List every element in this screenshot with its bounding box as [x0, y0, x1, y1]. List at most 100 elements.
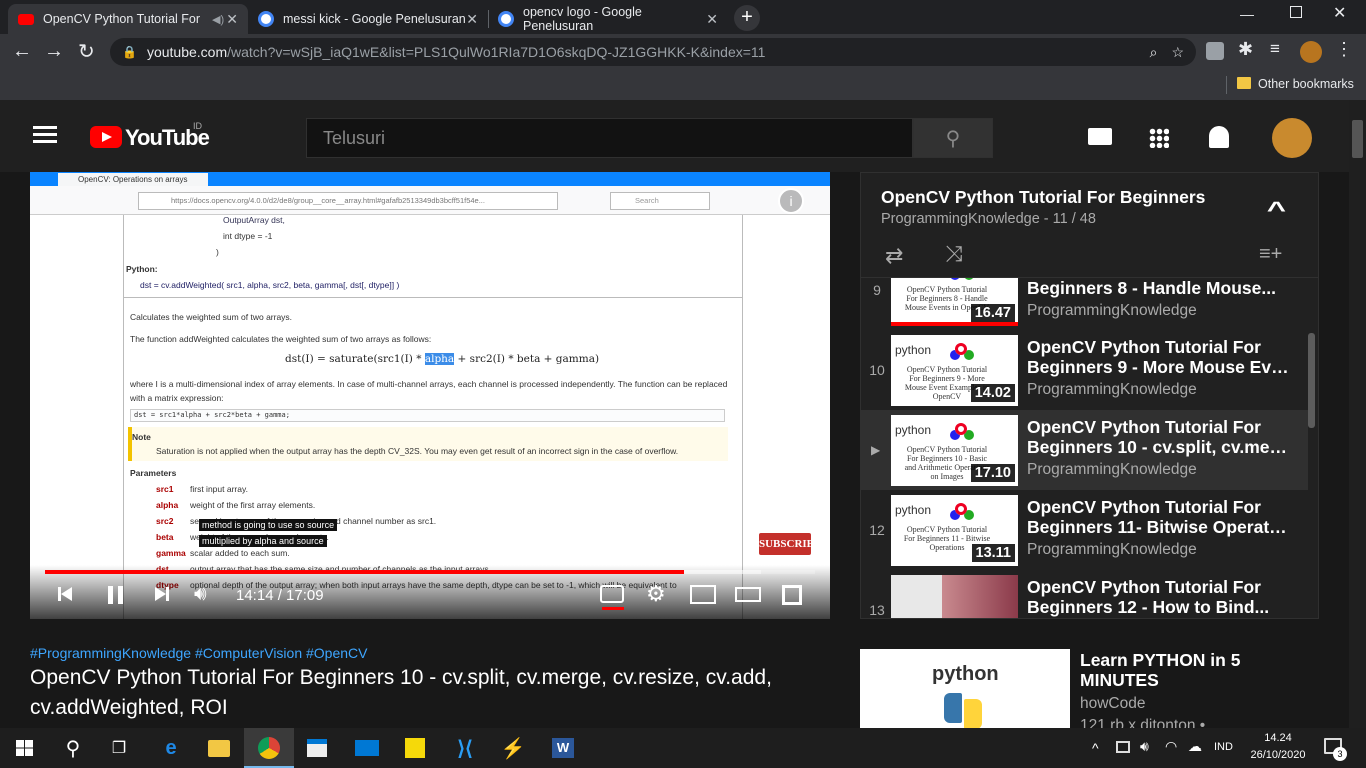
playlist-item-title[interactable]: OpenCV Python Tutorial For — [1027, 577, 1289, 597]
playlist-item-title[interactable]: Beginners 11- Bitwise Operatio... — [1027, 517, 1289, 537]
media-control-icon[interactable]: ≡ — [1270, 39, 1280, 59]
extensions-puzzle-icon[interactable]: ✱ — [1238, 39, 1253, 60]
new-tab-button[interactable]: + — [734, 5, 760, 31]
other-bookmarks-link[interactable]: Other bookmarks — [1258, 77, 1354, 91]
volume-tray-icon[interactable]: 🔊︎ — [1140, 738, 1149, 755]
wifi-icon[interactable]: ◠ — [1165, 738, 1177, 755]
subtitles-icon[interactable] — [600, 585, 624, 603]
miniplayer-icon[interactable] — [690, 585, 716, 604]
close-tab-icon[interactable]: ✕ — [706, 11, 718, 28]
edge-icon[interactable]: e — [156, 734, 186, 762]
zoom-icon[interactable]: ⌕ — [1150, 44, 1158, 61]
close-window-button[interactable]: ✕ — [1333, 3, 1346, 23]
close-tab-icon[interactable]: ✕ — [466, 11, 478, 28]
playlist-item[interactable]: 13 OpenCV Python Tutorial For Beginners 12… — [861, 570, 1308, 618]
playlist-item-thumbnail[interactable]: pythonOpenCV Python Tutorial For Beginne… — [891, 415, 1018, 486]
tray-app-icon[interactable] — [1116, 741, 1130, 753]
loop-icon[interactable]: ⇄ — [885, 243, 903, 269]
windows-start-icon[interactable] — [16, 740, 33, 756]
playlist-item[interactable]: 10 python OpenCV Python Tutorial For Begin… — [861, 330, 1308, 410]
search-button[interactable]: ⚲ — [913, 118, 993, 158]
address-bar[interactable]: 🔒 youtube.com /watch?v=wSjB_iaQ1wE&list=… — [110, 38, 1196, 66]
fullscreen-icon[interactable] — [782, 585, 802, 605]
region-code: ID — [193, 121, 202, 131]
tray-chevron-icon[interactable]: ^ — [1092, 740, 1099, 756]
playlist-item-title[interactable]: OpenCV Python Tutorial For — [1027, 497, 1289, 517]
search-icon[interactable]: ⚲ — [58, 734, 88, 762]
sticky-notes-icon[interactable] — [400, 734, 430, 762]
search-input[interactable]: Telusuri — [306, 118, 913, 158]
apps-grid-icon[interactable] — [1149, 128, 1169, 148]
chrome-menu-icon[interactable]: ⋮ — [1335, 39, 1353, 60]
playlist-item-channel: ProgrammingKnowledge — [1027, 381, 1197, 398]
notifications-bell-icon[interactable] — [1209, 126, 1229, 148]
playlist-item-title[interactable]: Beginners 12 - How to Bind... — [1027, 597, 1289, 617]
maximize-button[interactable] — [1290, 6, 1302, 18]
vscode-icon[interactable]: ⟩⟨ — [450, 734, 480, 762]
network-icon[interactable]: ☁ — [1188, 738, 1202, 755]
playlist-item[interactable]: 12 python OpenCV Python Tutorial For Begin… — [861, 490, 1308, 570]
clock-date[interactable]: 26/10/2020 — [1242, 749, 1314, 761]
video-player[interactable]: OpenCV: Operations on arrays https://doc… — [30, 172, 830, 619]
back-arrow-icon[interactable]: ← — [12, 40, 32, 63]
playlist-items: 9pythonOpenCV Python Tutorial For Beginn… — [861, 278, 1308, 618]
save-playlist-icon[interactable]: ≡+ — [1259, 243, 1282, 266]
forward-arrow-icon[interactable]: → — [44, 40, 64, 63]
store-icon[interactable] — [302, 734, 332, 762]
next-icon[interactable] — [154, 585, 172, 603]
shuffle-icon[interactable]: ⤨ — [945, 241, 963, 267]
youtube-logo-icon[interactable] — [90, 126, 122, 148]
file-explorer-icon[interactable] — [204, 734, 234, 762]
previous-icon[interactable] — [58, 585, 76, 603]
playlist-item[interactable]: 9 pythonOpenCV Python Tutorial For Beginn… — [861, 278, 1308, 330]
browser-tab[interactable]: opencv logo - Google Penelusuran ✕ — [488, 4, 728, 34]
browser-tab[interactable]: messi kick - Google Penelusuran ✕ — [248, 4, 488, 34]
mail-icon[interactable] — [352, 734, 382, 762]
frame-param-name: src1 — [156, 484, 174, 494]
task-view-icon[interactable]: ❐ — [104, 734, 134, 762]
volume-icon[interactable]: 🔊︎ — [194, 583, 207, 606]
playlist-item-title[interactable]: OpenCV Python Tutorial For — [1027, 337, 1289, 357]
info-icon[interactable]: i — [778, 188, 804, 214]
playlist-item-title[interactable]: Beginners 10 - cv.split, cv.merg... — [1027, 437, 1289, 457]
pause-icon[interactable] — [106, 585, 126, 605]
mute-tab-icon[interactable]: ◀) — [212, 13, 224, 26]
minimize-button[interactable]: — — [1240, 6, 1254, 22]
subscribe-watermark[interactable]: SUBSCRIBE — [757, 531, 821, 557]
playlist-item-title[interactable]: Beginners 8 - Handle Mouse... — [1027, 278, 1289, 298]
profile-avatar-icon[interactable] — [1300, 41, 1322, 63]
playlist-item-thumbnail[interactable] — [891, 575, 1018, 618]
collapse-chevron-icon[interactable]: ^ — [1267, 197, 1286, 223]
suggested-thumbnail[interactable]: python — [860, 649, 1070, 728]
reload-icon[interactable]: ↻ — [78, 39, 95, 64]
playlist-title[interactable]: OpenCV Python Tutorial For Beginners — [881, 187, 1205, 208]
theater-mode-icon[interactable] — [735, 587, 761, 602]
bookmark-star-icon[interactable]: ☆ — [1171, 44, 1184, 61]
create-video-icon[interactable] — [1088, 128, 1112, 145]
clock-time[interactable]: 14.24 — [1250, 732, 1306, 744]
settings-gear-icon[interactable]: ⚙ — [646, 581, 666, 607]
playlist-item-title[interactable]: OpenCV Python Tutorial For — [1027, 417, 1289, 437]
account-avatar[interactable] — [1272, 118, 1312, 158]
playlist-scrollbar[interactable] — [1308, 333, 1315, 428]
extension-icon[interactable] — [1206, 42, 1224, 60]
close-tab-icon[interactable]: ✕ — [226, 11, 238, 28]
suggested-title[interactable]: Learn PYTHON in 5 MINUTES — [1080, 650, 1270, 690]
hamburger-menu-icon[interactable] — [33, 126, 57, 129]
app-icon[interactable]: ⚡ — [498, 734, 528, 762]
playlist-item-channel: ProgrammingKnowledge — [1027, 302, 1197, 319]
frame-param-desc: first input array. — [190, 484, 248, 494]
chrome-icon[interactable] — [254, 734, 284, 762]
word-icon[interactable]: W — [548, 734, 578, 762]
playlist-item-thumbnail[interactable]: pythonOpenCV Python Tutorial For Beginne… — [891, 495, 1018, 566]
page-scrollbar-thumb[interactable] — [1352, 120, 1363, 158]
suggested-channel[interactable]: howCode — [1080, 695, 1146, 713]
playlist-item-thumbnail[interactable]: pythonOpenCV Python Tutorial For Beginne… — [891, 335, 1018, 406]
playlist-item-title[interactable]: Beginners 9 - More Mouse Even... — [1027, 357, 1289, 377]
page-scrollbar[interactable] — [1349, 100, 1366, 728]
input-language[interactable]: IND — [1214, 741, 1233, 753]
browser-tab-active[interactable]: OpenCV Python Tutorial For ◀) ✕ — [8, 4, 248, 34]
playlist-item-thumbnail[interactable]: pythonOpenCV Python Tutorial For Beginne… — [891, 278, 1018, 326]
playlist-item[interactable]: ▶ python OpenCV Python Tutorial For Beginn… — [861, 410, 1308, 490]
video-hashtags[interactable]: #ProgrammingKnowledge #ComputerVision #O… — [30, 645, 367, 661]
